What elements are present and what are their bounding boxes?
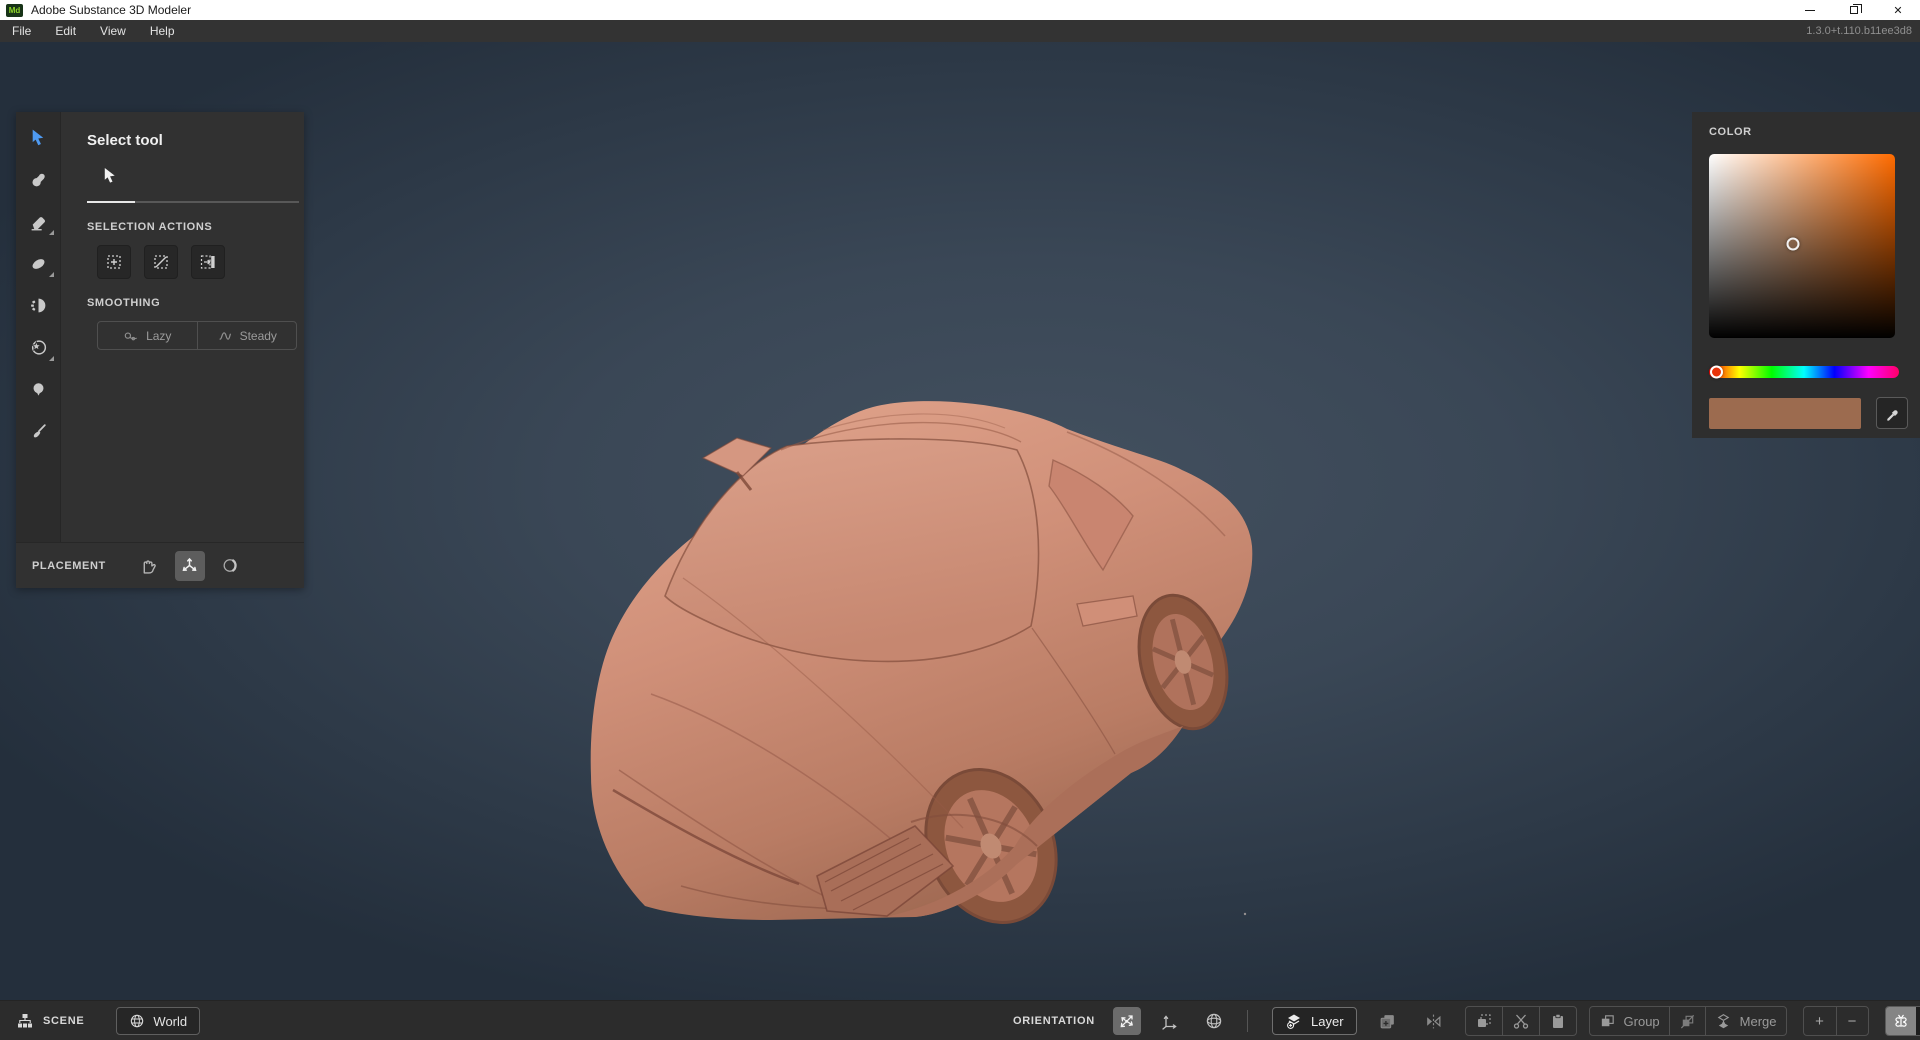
steady-label: Steady bbox=[240, 329, 277, 343]
lazy-icon bbox=[123, 328, 139, 344]
selection-actions-label: SELECTION ACTIONS bbox=[87, 221, 304, 233]
minimize-icon[interactable] bbox=[1788, 0, 1832, 20]
scene-hierarchy-icon bbox=[16, 1012, 34, 1030]
menu-edit[interactable]: Edit bbox=[43, 20, 88, 42]
smudge-tool[interactable] bbox=[16, 158, 61, 200]
placement-section: PLACEMENT bbox=[16, 542, 304, 588]
flip-mirror-icon[interactable] bbox=[1419, 1006, 1449, 1036]
erase-tool[interactable] bbox=[16, 200, 61, 242]
eyedropper-icon bbox=[1884, 405, 1901, 422]
menu-help[interactable]: Help bbox=[138, 20, 187, 42]
group-merge-group: Group Merge bbox=[1589, 1006, 1787, 1036]
current-color-swatch[interactable] bbox=[1709, 398, 1861, 429]
paint-tool[interactable] bbox=[16, 410, 61, 452]
restore-icon[interactable] bbox=[1832, 0, 1876, 20]
symmetry-toggle-group bbox=[1885, 1006, 1920, 1036]
scene-label: SCENE bbox=[43, 1015, 84, 1027]
symmetry-butterfly-icon[interactable] bbox=[1886, 1007, 1916, 1036]
tool-options: Select tool SELECTION ACTIONS bbox=[61, 112, 304, 542]
orientation-label: ORIENTATION bbox=[1013, 1015, 1095, 1027]
layer-add-icon bbox=[1285, 1012, 1303, 1030]
subtract-selection-icon[interactable] bbox=[144, 245, 178, 279]
world-label: World bbox=[153, 1014, 187, 1029]
merge-button[interactable]: Merge bbox=[1705, 1006, 1786, 1036]
inflate-tool[interactable] bbox=[16, 368, 61, 410]
tool-panel: Select tool SELECTION ACTIONS bbox=[16, 112, 304, 588]
merge-label: Merge bbox=[1740, 1014, 1777, 1029]
window-title: Adobe Substance 3D Modeler bbox=[31, 3, 191, 17]
layer-label: Layer bbox=[1311, 1014, 1344, 1029]
divider bbox=[1247, 1010, 1248, 1032]
mirror-visibility-icon[interactable] bbox=[1916, 1007, 1920, 1036]
free-move-icon[interactable] bbox=[1113, 1007, 1141, 1035]
saturation-value-picker[interactable] bbox=[1709, 154, 1895, 338]
group-button[interactable]: Group bbox=[1590, 1006, 1669, 1036]
cut-tool[interactable] bbox=[16, 284, 61, 326]
hue-slider-handle[interactable] bbox=[1710, 366, 1723, 379]
menu-view[interactable]: View bbox=[88, 20, 138, 42]
layer-button[interactable]: Layer bbox=[1272, 1007, 1357, 1035]
viewport-3d[interactable]: Select tool SELECTION ACTIONS bbox=[0, 42, 1920, 1000]
menu-file[interactable]: File bbox=[0, 20, 43, 42]
copy-icon[interactable] bbox=[1466, 1006, 1502, 1036]
tool-panel-title: Select tool bbox=[87, 132, 304, 149]
menu-bar: File Edit View Help 1.3.0+t.110.b11ee3d8 bbox=[0, 20, 1920, 42]
lazy-label: Lazy bbox=[146, 329, 171, 343]
select-tool[interactable] bbox=[16, 116, 61, 158]
world-button[interactable]: World bbox=[116, 1007, 200, 1035]
flyout-indicator bbox=[49, 230, 54, 235]
orbit-icon[interactable] bbox=[216, 551, 246, 581]
group-label: Group bbox=[1624, 1014, 1660, 1029]
window-controls: ✕ bbox=[1788, 0, 1920, 20]
extract-selection-icon[interactable] bbox=[191, 245, 225, 279]
gizmo-icon[interactable] bbox=[175, 551, 205, 581]
close-icon[interactable]: ✕ bbox=[1876, 0, 1920, 20]
current-tool-cursor-icon[interactable] bbox=[101, 165, 304, 187]
color-panel-title: COLOR bbox=[1709, 126, 1920, 138]
car-model[interactable] bbox=[585, 394, 1255, 926]
clay-tool[interactable] bbox=[16, 242, 61, 284]
color-panel: COLOR bbox=[1692, 112, 1920, 438]
ungroup-icon[interactable] bbox=[1669, 1006, 1705, 1036]
lazy-smoothing-button[interactable]: Lazy bbox=[98, 322, 197, 349]
version-string: 1.3.0+t.110.b11ee3d8 bbox=[1806, 25, 1912, 37]
group-icon bbox=[1599, 1013, 1616, 1030]
smoothing-label: SMOOTHING bbox=[87, 297, 304, 309]
zoom-out-button[interactable]: − bbox=[1836, 1006, 1868, 1036]
steady-icon bbox=[217, 328, 233, 344]
tool-strip bbox=[16, 112, 61, 542]
app-logo-icon: Md bbox=[6, 4, 23, 17]
hue-slider[interactable] bbox=[1709, 366, 1899, 378]
axes-icon[interactable] bbox=[1155, 1006, 1185, 1036]
sv-picker-cursor[interactable] bbox=[1786, 238, 1799, 251]
add-selection-icon[interactable] bbox=[97, 245, 131, 279]
flyout-indicator bbox=[49, 272, 54, 277]
stamp-tool[interactable] bbox=[16, 326, 61, 368]
placement-label: PLACEMENT bbox=[32, 560, 106, 572]
globe-icon bbox=[129, 1013, 145, 1029]
title-bar: Md Adobe Substance 3D Modeler ✕ bbox=[0, 0, 1920, 20]
bottom-bar: SCENE World ORIENTATION bbox=[0, 1000, 1920, 1040]
paste-clipboard-icon[interactable] bbox=[1539, 1006, 1576, 1036]
merge-icon bbox=[1715, 1013, 1732, 1030]
flyout-indicator bbox=[49, 356, 54, 361]
steady-smoothing-button[interactable]: Steady bbox=[197, 322, 297, 349]
zoom-in-button[interactable]: + bbox=[1804, 1006, 1836, 1036]
eyedropper-button[interactable] bbox=[1876, 397, 1908, 429]
cut-scissors-icon[interactable] bbox=[1502, 1006, 1539, 1036]
tool-tab-indicator bbox=[87, 201, 299, 203]
globe-icon[interactable] bbox=[1199, 1006, 1229, 1036]
pan-hand-icon[interactable] bbox=[134, 551, 164, 581]
duplicate-icon[interactable] bbox=[1373, 1006, 1403, 1036]
zoom-group: + − bbox=[1803, 1006, 1869, 1036]
clipboard-group bbox=[1465, 1006, 1577, 1036]
